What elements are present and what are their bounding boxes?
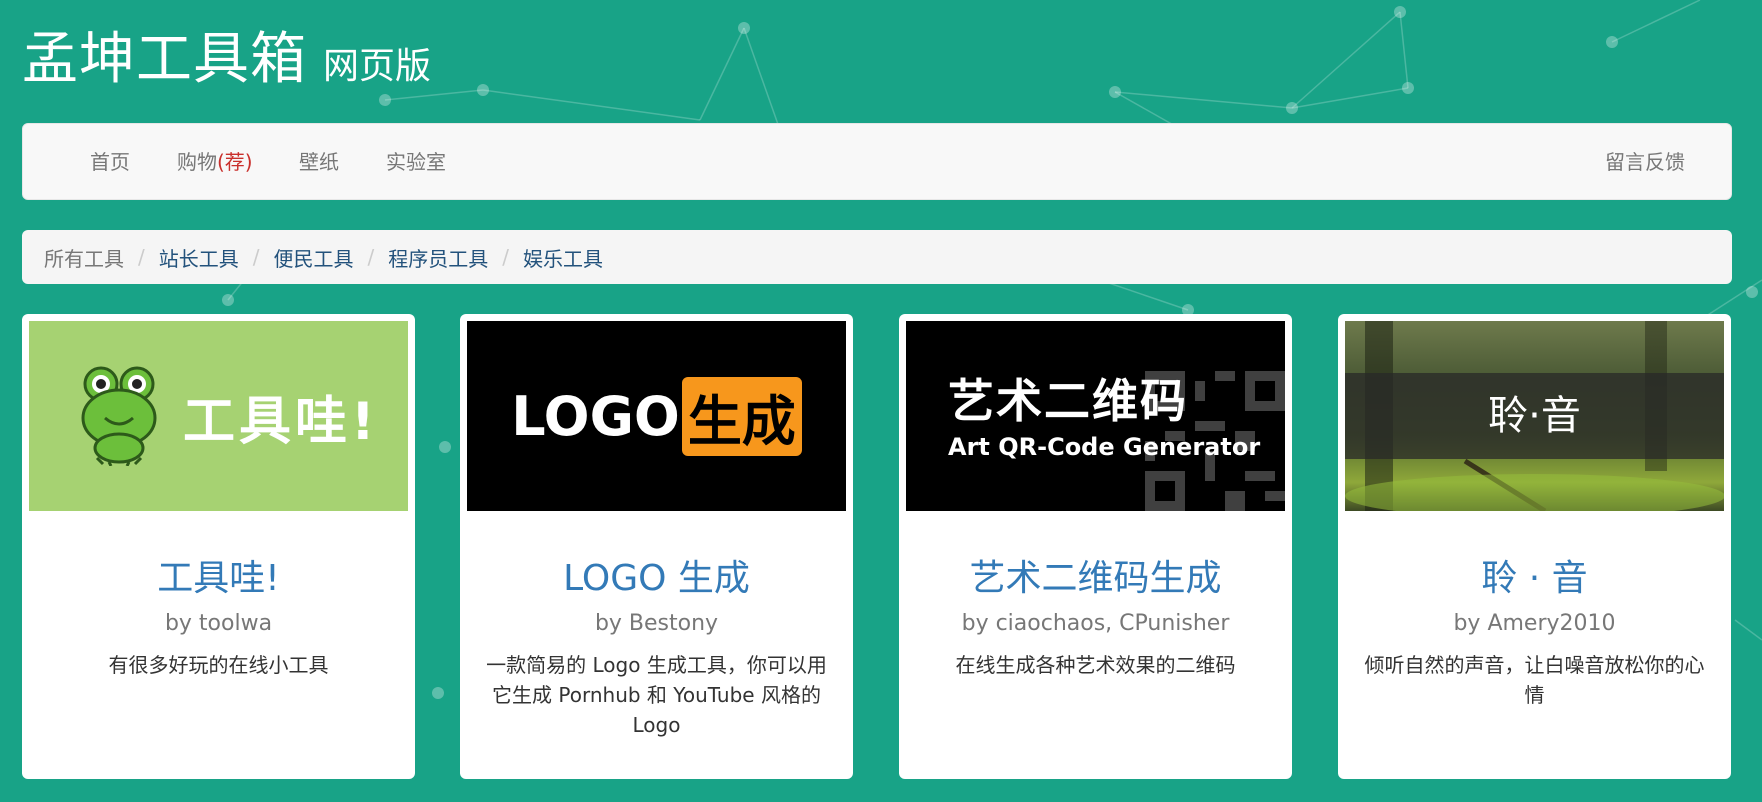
nav-feedback[interactable]: 留言反馈 <box>1605 124 1685 201</box>
nav-shop-label: 购物 <box>177 150 217 174</box>
tool-description: 在线生成各种艺术效果的二维码 <box>955 653 1236 677</box>
tool-thumbnail[interactable]: 艺术二维码 Art QR-Code Generator <box>906 321 1285 511</box>
tool-title[interactable]: 聆 · 音 <box>1345 549 1724 601</box>
breadcrumb: 所有工具 / 站长工具 / 便民工具 / 程序员工具 / 娱乐工具 <box>22 230 1732 284</box>
thumbnail-text-en: Art QR-Code Generator <box>948 433 1261 461</box>
tool-card-art-qrcode[interactable]: 艺术二维码 Art QR-Code Generator 艺术二维码生成 by c… <box>899 314 1292 779</box>
tool-description: 一款简易的 Logo 生成工具，你可以用它生成 Pornhub 和 YouTub… <box>486 653 827 737</box>
recommend-badge: (荐) <box>217 150 253 174</box>
nav-shop[interactable]: 购物(荐) <box>177 124 253 201</box>
tool-author: by Bestony <box>594 611 719 636</box>
tool-author: by toolwa <box>164 611 273 636</box>
tool-card-toolwa[interactable]: 工具哇! 工具哇! by toolwa 有很多好玩的在线小工具 <box>22 314 415 779</box>
tool-description: 倾听自然的声音，让白噪音放松你的心情 <box>1364 653 1705 707</box>
breadcrumb-separator: / <box>138 245 145 269</box>
tool-author: by ciaochaos, CPunisher <box>961 611 1230 636</box>
thumbnail-text-logo: LOGO <box>511 384 680 448</box>
breadcrumb-all-tools: 所有工具 <box>44 246 124 271</box>
site-title[interactable]: 孟坤工具箱 <box>22 14 307 95</box>
tool-card-lingyin[interactable]: 聆·音 聆 · 音 by Amery2010 倾听自然的声音，让白噪音放松你的心… <box>1338 314 1731 779</box>
frog-icon <box>81 366 157 466</box>
thumbnail-text-cn: 艺术二维码 <box>948 374 1188 428</box>
site-subtitle: 网页版 <box>323 46 432 87</box>
nav-wallpaper[interactable]: 壁纸 <box>299 124 339 201</box>
tool-card-logo-generator[interactable]: LOGO 生成 LOGO 生成 by Bestony 一款简易的 Logo 生成… <box>460 314 853 779</box>
tool-thumbnail[interactable]: 聆·音 <box>1345 321 1724 511</box>
tool-title[interactable]: 艺术二维码生成 <box>906 549 1285 601</box>
nav-home[interactable]: 首页 <box>90 124 130 201</box>
breadcrumb-entertainment-tools[interactable]: 娱乐工具 <box>523 243 603 272</box>
tool-title[interactable]: 工具哇! <box>29 549 408 601</box>
tool-description: 有很多好玩的在线小工具 <box>108 653 329 677</box>
tool-thumbnail[interactable]: 工具哇! <box>29 321 408 511</box>
top-navbar: 首页 购物(荐) 壁纸 实验室 留言反馈 <box>22 123 1732 200</box>
thumbnail-text: 聆·音 <box>1488 393 1581 439</box>
thumbnail-text: 工具哇! <box>183 391 379 452</box>
tool-title[interactable]: LOGO 生成 <box>467 549 846 601</box>
breadcrumb-convenience-tools[interactable]: 便民工具 <box>274 243 354 272</box>
site-header: 孟坤工具箱 网页版 <box>22 14 431 92</box>
tool-author: by Amery2010 <box>1453 611 1616 636</box>
breadcrumb-programmer-tools[interactable]: 程序员工具 <box>388 243 488 272</box>
breadcrumb-webmaster-tools[interactable]: 站长工具 <box>159 243 239 272</box>
breadcrumb-separator: / <box>367 245 375 269</box>
breadcrumb-separator: / <box>502 245 509 269</box>
thumbnail-text-generate: 生成 <box>681 376 802 456</box>
nav-lab[interactable]: 实验室 <box>386 124 446 201</box>
tool-thumbnail[interactable]: LOGO 生成 <box>467 321 846 511</box>
breadcrumb-separator: / <box>252 245 260 269</box>
